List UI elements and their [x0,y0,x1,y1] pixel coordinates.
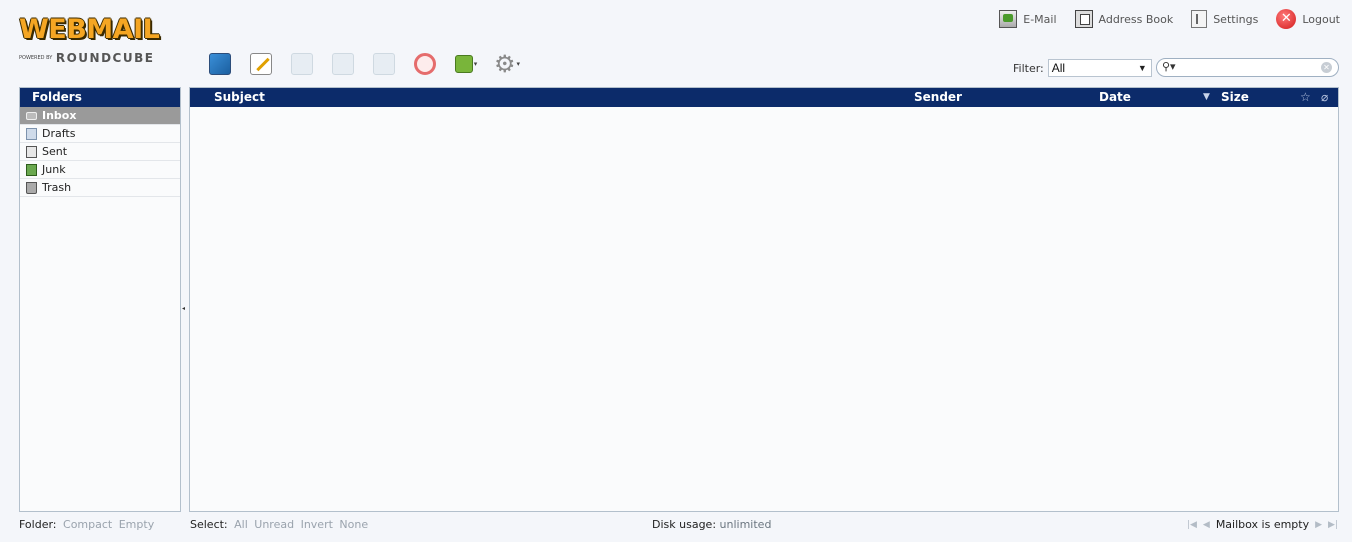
mark-menu-button[interactable]: ▾ [452,50,480,78]
select-invert-link[interactable]: Invert [301,518,333,531]
mark-icon [454,55,473,73]
reply-button[interactable] [288,50,316,78]
column-subject[interactable]: Subject [214,88,265,107]
more-actions-button[interactable]: ⚙ ▾ [493,50,521,78]
disk-usage-label: Disk usage: [652,518,717,531]
folder-trash[interactable]: Trash [20,179,180,197]
email-label: E-Mail [1023,12,1057,26]
folder-inbox[interactable]: Inbox [20,107,180,125]
delete-icon [414,53,436,75]
filter-value: All [1051,61,1066,75]
folder-label: Junk [42,163,66,176]
select-all-link[interactable]: All [234,518,248,531]
email-icon [999,10,1018,28]
folders-panel: Folders Inbox Drafts Sent Junk Trash [19,87,181,512]
clear-search-icon[interactable]: ✕ [1321,62,1332,73]
drafts-icon [26,127,37,140]
chevron-down-icon: ▼ [1137,63,1147,73]
forward-icon [373,53,395,75]
folder-label: Drafts [42,127,76,140]
previous-page-icon[interactable]: ◀ [1203,520,1210,530]
trash-icon [26,181,37,194]
email-link[interactable]: E-Mail [999,10,1057,28]
top-navigation: E-Mail Address Book Settings ✕ Logout [999,9,1340,29]
message-list: Subject Sender Date ▼ Size ☆ ⌀ [189,87,1339,512]
mail-toolbar: ▾ ⚙ ▾ [206,50,521,78]
forward-button[interactable] [370,50,398,78]
addressbook-link[interactable]: Address Book [1074,10,1174,28]
logo-powered: POWERED BY [19,55,53,61]
last-page-icon[interactable]: ▶| [1328,520,1338,530]
logout-label: Logout [1302,12,1340,26]
folder-actions: Folder: Compact Empty [19,518,154,531]
select-actions: Select: All Unread Invert None [190,518,368,531]
logo-brand: ROUNDCUBE [55,51,155,65]
webmail-logo: WEBMAIL POWERED BY ROUNDCUBE [19,14,179,65]
settings-icon [1191,10,1208,28]
column-date[interactable]: Date [1099,88,1131,107]
sort-desc-icon[interactable]: ▼ [1203,88,1210,107]
folder-label: Sent [42,145,68,158]
disk-usage-value: unlimited [719,518,772,531]
compose-icon [250,53,272,75]
folder-sent[interactable]: Sent [20,143,180,161]
empty-link[interactable]: Empty [119,518,154,531]
search-input[interactable]: ⚲▾ ✕ [1156,58,1339,77]
attachment-column-icon[interactable]: ⌀ [1321,88,1328,107]
addressbook-label: Address Book [1098,12,1174,26]
filter-select[interactable]: All ▼ [1047,59,1152,77]
reply-all-icon [332,53,354,75]
folder-label: Trash [42,181,72,194]
logo-subtitle: POWERED BY ROUNDCUBE [19,51,154,65]
folder-actions-label: Folder: [19,518,57,531]
next-page-icon[interactable]: ▶ [1315,520,1322,530]
search-icon[interactable]: ⚲▾ [1162,60,1176,73]
message-count: |◀ ◀ Mailbox is empty ▶ ▶| [1187,518,1338,531]
panel-splitter[interactable]: ◂ [182,305,185,312]
filter-control: Filter: All ▼ [1013,59,1152,77]
delete-button[interactable] [411,50,439,78]
select-label: Select: [190,518,228,531]
filter-label: Filter: [1013,61,1044,75]
refresh-icon [209,53,231,75]
select-unread-link[interactable]: Unread [254,518,294,531]
disk-usage: Disk usage: unlimited [652,518,771,531]
first-page-icon[interactable]: |◀ [1187,520,1197,530]
folder-label: Inbox [42,109,77,122]
chevron-down-icon: ▾ [516,60,521,68]
reply-all-button[interactable] [329,50,357,78]
flag-column-icon[interactable]: ☆ [1300,88,1311,107]
folder-junk[interactable]: Junk [20,161,180,179]
column-size[interactable]: Size [1221,88,1249,107]
folders-header: Folders [20,88,180,107]
gear-icon: ⚙ [493,50,516,78]
inbox-icon [26,111,37,120]
message-count-label: Mailbox is empty [1215,518,1310,531]
check-mail-button[interactable] [206,50,234,78]
compact-link[interactable]: Compact [63,518,112,531]
reply-icon [291,53,313,75]
logout-icon: ✕ [1276,9,1297,29]
addressbook-icon [1074,10,1093,28]
junk-icon [26,163,37,176]
compose-button[interactable] [247,50,275,78]
sent-icon [26,145,37,158]
logout-link[interactable]: ✕ Logout [1276,9,1340,29]
folder-drafts[interactable]: Drafts [20,125,180,143]
chevron-down-icon: ▾ [473,60,478,68]
settings-label: Settings [1213,12,1259,26]
settings-link[interactable]: Settings [1191,10,1258,28]
message-list-header: Subject Sender Date ▼ Size ☆ ⌀ [190,88,1338,107]
select-none-link[interactable]: None [339,518,368,531]
logo-title: WEBMAIL [19,14,160,45]
column-sender[interactable]: Sender [914,88,962,107]
